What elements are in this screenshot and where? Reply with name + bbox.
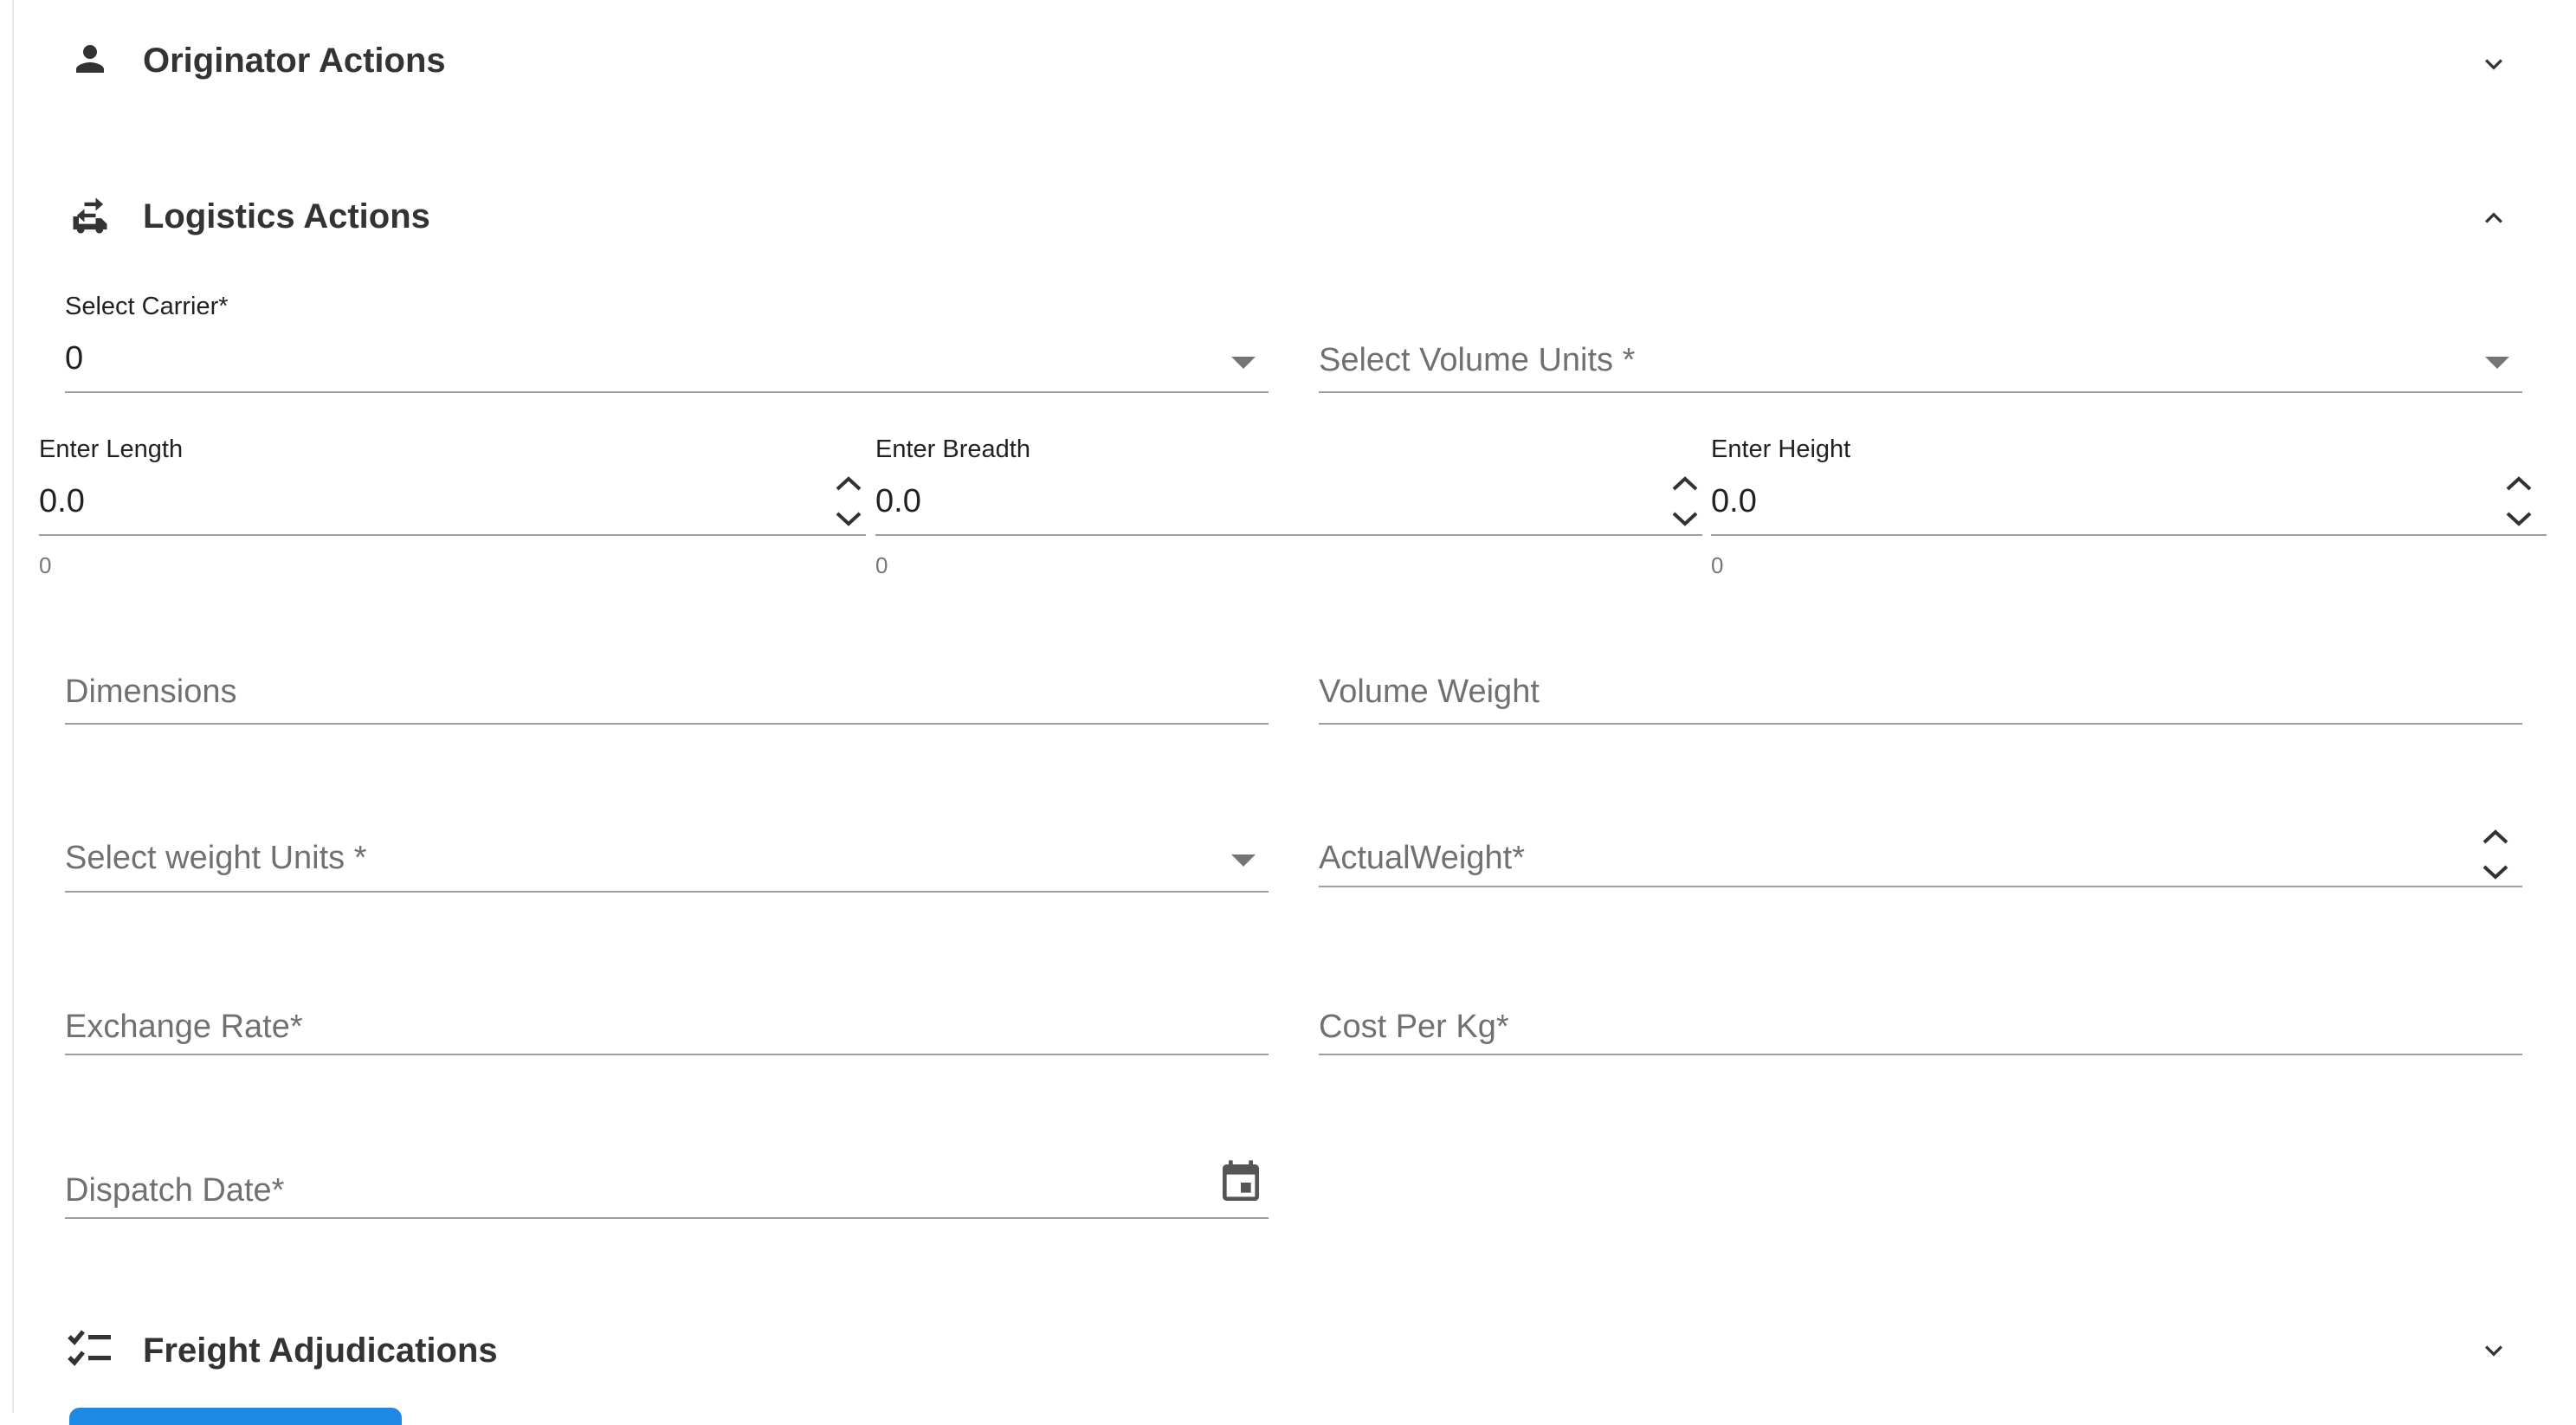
- enter-length-helper: 0: [39, 552, 52, 578]
- section-title-freight: Freight Adjudications: [143, 1332, 498, 1370]
- originator-actions-header[interactable]: Originator Actions: [52, 26, 2537, 95]
- enter-breadth-helper: 0: [875, 552, 888, 578]
- select-volume-units-field[interactable]: Select Volume Units *: [1319, 286, 2522, 395]
- person-icon: [76, 45, 104, 73]
- exchange-rate-placeholder: Exchange Rate*: [65, 1009, 303, 1045]
- exchange-rate-underline: [65, 1054, 1269, 1055]
- actual-weight-field[interactable]: ActualWeight*: [1319, 809, 2522, 896]
- enter-breadth-label: Enter Breadth: [875, 435, 1030, 463]
- chevron-down-icon[interactable]: [2476, 47, 2511, 81]
- enter-height-label: Enter Height: [1711, 435, 1851, 463]
- enter-breadth-field[interactable]: Enter Breadth 0.0 0: [875, 429, 1702, 584]
- select-weight-units-placeholder: Select weight Units *: [65, 840, 367, 876]
- number-spinner-icon[interactable]: [2504, 474, 2534, 529]
- cost-per-kg-underline: [1319, 1054, 2522, 1055]
- volume-weight-field[interactable]: Volume Weight: [1319, 641, 2522, 727]
- enter-height-helper: 0: [1711, 552, 1724, 578]
- volume-weight-placeholder: Volume Weight: [1319, 674, 1540, 710]
- enter-breadth-value: 0.0: [875, 483, 921, 519]
- cost-per-kg-field[interactable]: Cost Per Kg*: [1319, 978, 2522, 1065]
- actual-weight-placeholder: ActualWeight*: [1319, 840, 1525, 876]
- calendar-icon[interactable]: [1217, 1158, 1265, 1207]
- select-carrier-field[interactable]: Select Carrier* 0: [65, 286, 1269, 395]
- chevron-down-icon[interactable]: [2476, 1333, 2511, 1368]
- enter-length-value: 0.0: [39, 483, 85, 519]
- cost-per-kg-placeholder: Cost Per Kg*: [1319, 1009, 1509, 1045]
- dispatch-date-underline: [65, 1217, 1269, 1219]
- checklist-icon: [68, 1330, 111, 1366]
- section-title-logistics: Logistics Actions: [143, 197, 430, 235]
- select-weight-units-field[interactable]: Select weight Units *: [65, 809, 1269, 896]
- dimensions-placeholder: Dimensions: [65, 674, 237, 710]
- number-spinner-icon[interactable]: [834, 474, 863, 529]
- bottom-action-button[interactable]: [69, 1408, 402, 1425]
- select-carrier-value: 0: [65, 340, 84, 377]
- dropdown-arrow-icon: [1231, 854, 1256, 867]
- dimensions-underline: [65, 723, 1269, 725]
- number-spinner-icon[interactable]: [2481, 827, 2510, 882]
- dispatch-date-field[interactable]: Dispatch Date*: [65, 1143, 1269, 1229]
- enter-height-field[interactable]: Enter Height 0.0 0: [1711, 429, 2547, 584]
- dimensions-field[interactable]: Dimensions: [65, 641, 1269, 727]
- freight-adjudications-header[interactable]: Freight Adjudications: [52, 1316, 2537, 1385]
- dispatch-date-placeholder: Dispatch Date*: [65, 1172, 285, 1209]
- enter-length-field[interactable]: Enter Length 0.0 0: [39, 429, 866, 584]
- enter-height-value: 0.0: [1711, 483, 1757, 519]
- actual-weight-underline: [1319, 886, 2522, 887]
- dropdown-arrow-icon: [2485, 357, 2509, 369]
- select-volume-units-placeholder: Select Volume Units *: [1319, 342, 1636, 378]
- enter-height-underline: [1711, 534, 2547, 536]
- enter-breadth-underline: [875, 534, 1702, 536]
- logistics-actions-header[interactable]: Logistics Actions: [52, 182, 2537, 251]
- enter-length-underline: [39, 534, 866, 536]
- enter-length-label: Enter Length: [39, 435, 184, 463]
- section-title-originator: Originator Actions: [143, 42, 446, 80]
- select-weight-units-underline: [65, 891, 1269, 893]
- volume-weight-underline: [1319, 723, 2522, 725]
- local-shipping-swap-icon: [73, 197, 107, 234]
- select-volume-units-underline: [1319, 391, 2522, 393]
- exchange-rate-field[interactable]: Exchange Rate*: [65, 978, 1269, 1065]
- dropdown-arrow-icon: [1231, 357, 1256, 369]
- select-carrier-underline: [65, 391, 1269, 393]
- number-spinner-icon[interactable]: [1670, 474, 1700, 529]
- select-carrier-label: Select Carrier*: [65, 293, 229, 320]
- chevron-up-icon[interactable]: [2476, 201, 2511, 235]
